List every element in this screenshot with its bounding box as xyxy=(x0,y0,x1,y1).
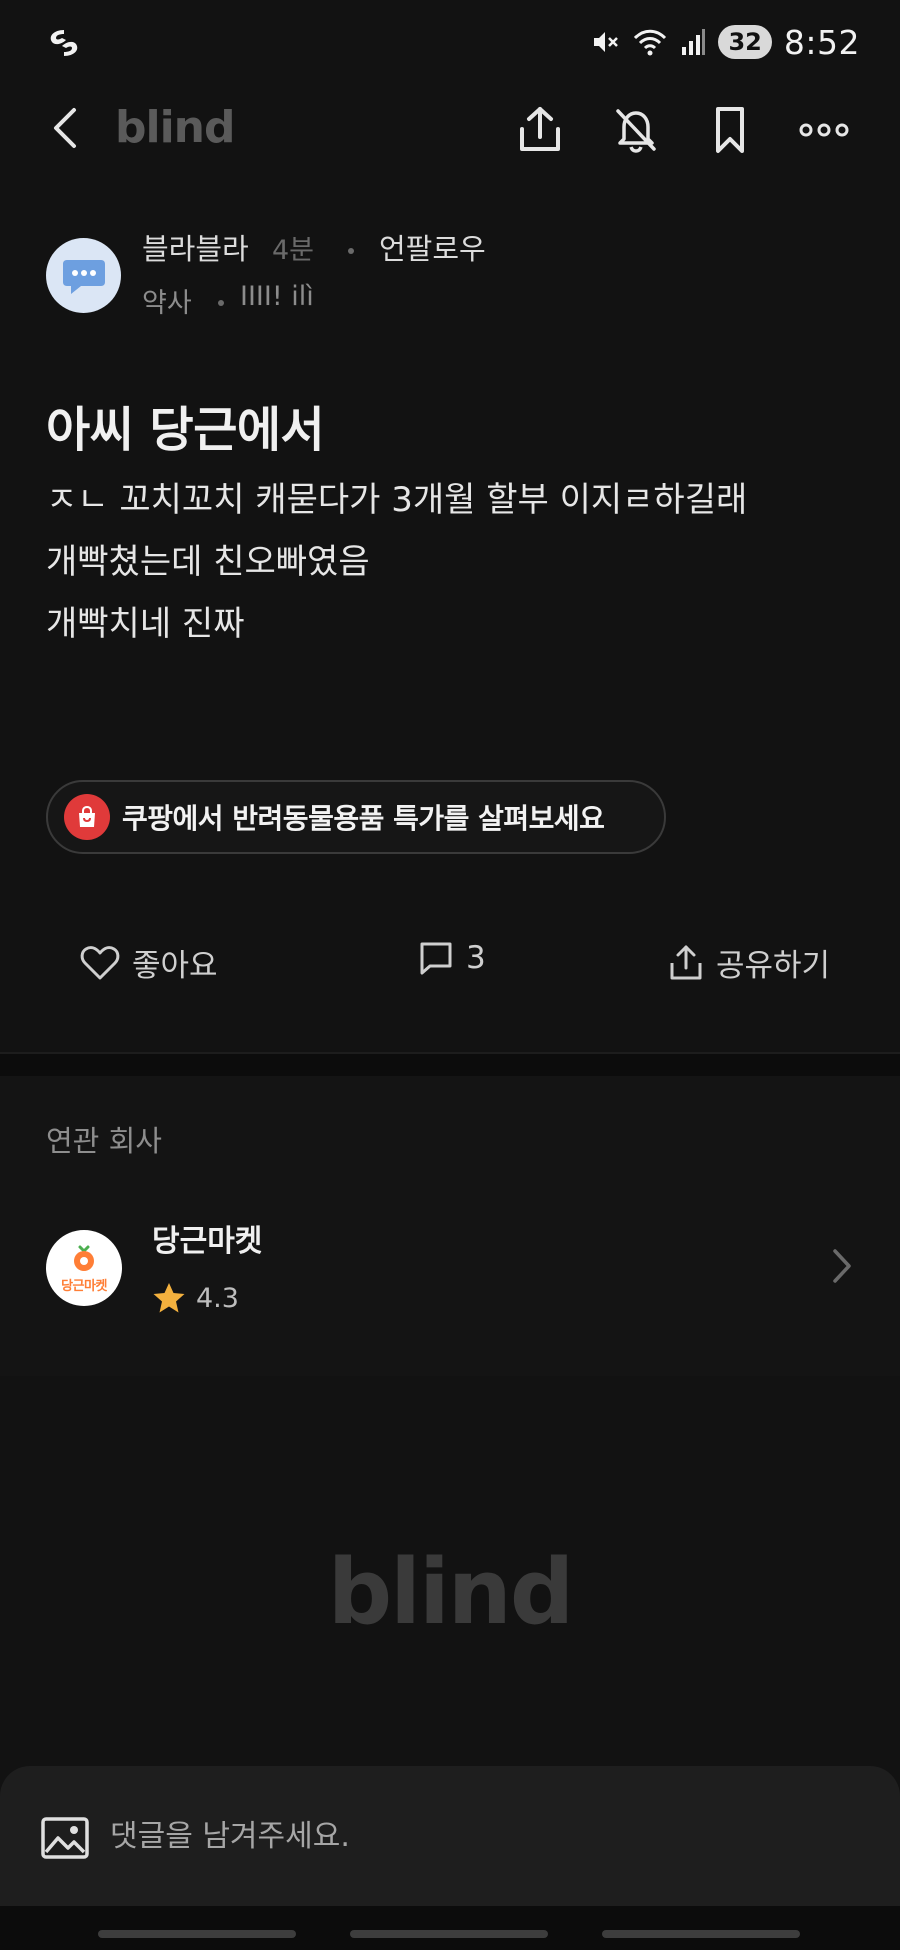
post-title: 아씨 당근에서 xyxy=(46,402,325,458)
section-divider xyxy=(0,1052,900,1076)
separator-dot xyxy=(348,248,354,254)
footer-brand-logo: blind xyxy=(327,1540,575,1645)
nav-pill xyxy=(98,1930,296,1938)
avatar[interactable] xyxy=(46,238,121,313)
back-icon[interactable] xyxy=(44,102,88,154)
share-icon[interactable] xyxy=(512,102,568,158)
share-icon xyxy=(670,945,702,979)
ad-text: 쿠팡에서 반려동물용품 특가를 살펴보세요 xyxy=(122,802,605,835)
comment-bar xyxy=(0,1766,900,1906)
comment-icon xyxy=(420,942,452,975)
nav-pill xyxy=(602,1930,800,1938)
battery-icon: 32 xyxy=(718,25,772,59)
shopping-bag-icon xyxy=(64,794,110,840)
company-logo-text: 당근마켓 xyxy=(61,1278,107,1294)
bookmark-icon[interactable] xyxy=(702,102,758,158)
post-body-line: 개빡쳤는데 친오빠였음 xyxy=(46,542,370,582)
image-attach-icon[interactable] xyxy=(40,1816,90,1860)
post-body-line: 개빡치네 진짜 xyxy=(46,604,245,644)
system-nav-bar xyxy=(0,1906,900,1950)
post-actions: 좋아요 3 공유하기 xyxy=(0,940,900,1000)
rating-value: 4.3 xyxy=(196,1282,239,1314)
post-body: ㅈㄴ 꼬치꼬치 캐묻다가 3개월 할부 이지ㄹ하길래 개빡쳤는데 친오빠였음 개… xyxy=(46,474,866,660)
screen: 32 8:52 blind 블라블라 4분 언팔로우 약사 IIII! ilì … xyxy=(0,0,900,1950)
post-time: 4분 xyxy=(272,235,315,266)
notification-off-icon[interactable] xyxy=(608,102,664,158)
author-badge: IIII! ilì xyxy=(240,281,314,312)
carrot-icon xyxy=(74,1245,94,1271)
company-row[interactable]: 당근마켓 당근마켓 4.3 xyxy=(46,1216,856,1336)
post-body-line: ㅈㄴ 꼬치꼬치 캐묻다가 3개월 할부 이지ㄹ하길래 xyxy=(46,480,748,520)
like-label: 좋아요 xyxy=(132,948,218,984)
related-heading: 연관 회사 xyxy=(46,1124,162,1158)
star-icon xyxy=(153,1283,185,1313)
chat-bubble-icon xyxy=(62,259,105,294)
top-nav: blind xyxy=(0,92,900,164)
status-bar: 32 8:52 xyxy=(0,0,900,84)
author-name[interactable]: 블라블라 xyxy=(142,226,249,268)
share-button[interactable]: 공유하기 xyxy=(668,940,830,985)
signal-icon xyxy=(680,27,706,57)
comment-input[interactable] xyxy=(110,1806,850,1866)
company-name: 당근마켓 xyxy=(152,1224,263,1259)
author-info: 블라블라 4분 언팔로우 약사 IIII! ilì xyxy=(46,226,866,319)
status-time: 8:52 xyxy=(783,22,860,62)
author-job: 약사 xyxy=(142,288,192,319)
comment-button[interactable]: 3 xyxy=(418,940,486,976)
related-companies: 연관 회사 당근마켓 당근마켓 4.3 xyxy=(0,1076,900,1376)
ad-banner[interactable]: 쿠팡에서 반려동물용품 특가를 살펴보세요 xyxy=(46,780,666,854)
heart-icon xyxy=(80,945,120,979)
brand-logo: blind xyxy=(115,102,235,153)
status-right: 32 8:52 xyxy=(590,22,860,62)
company-logo: 당근마켓 xyxy=(46,1230,122,1306)
comment-count: 3 xyxy=(466,940,486,976)
like-button[interactable]: 좋아요 xyxy=(80,940,218,985)
separator-dot xyxy=(218,300,224,306)
chevron-right-icon xyxy=(830,1246,854,1290)
company-rating: 4.3 xyxy=(152,1282,239,1314)
more-icon[interactable] xyxy=(796,102,852,158)
mute-icon xyxy=(590,27,620,57)
swirl-app-icon xyxy=(44,26,84,60)
nav-pill xyxy=(350,1930,548,1938)
wifi-icon xyxy=(632,27,668,57)
share-label: 공유하기 xyxy=(716,948,831,984)
unfollow-button[interactable]: 언팔로우 xyxy=(379,226,486,268)
